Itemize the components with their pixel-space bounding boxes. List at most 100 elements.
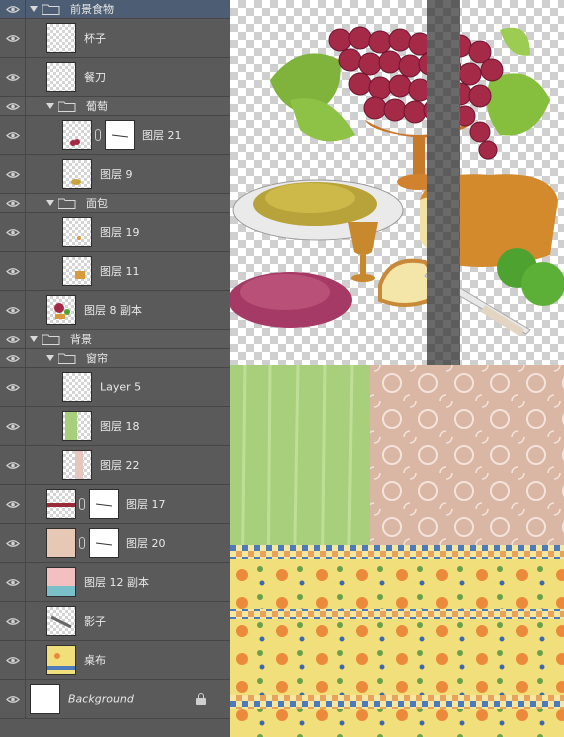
layer-row-l-8copy[interactable]: 图层 8 副本 bbox=[0, 291, 230, 330]
layer-mask-thumbnail[interactable] bbox=[89, 528, 119, 558]
folder-icon bbox=[57, 101, 76, 112]
triangle-down-icon[interactable] bbox=[30, 336, 38, 342]
folder-icon bbox=[57, 198, 76, 209]
eye-icon[interactable] bbox=[0, 485, 26, 523]
layer-thumbnail[interactable] bbox=[46, 645, 76, 675]
layer-name: 餐刀 bbox=[84, 71, 106, 84]
layer-row-l-19[interactable]: 图层 19 bbox=[0, 213, 230, 252]
layer-name: 面包 bbox=[86, 197, 108, 210]
chain-link-icon[interactable] bbox=[95, 129, 101, 141]
layer-name: 桌布 bbox=[84, 654, 106, 667]
layer-thumbnail[interactable] bbox=[46, 606, 76, 636]
eye-icon[interactable] bbox=[0, 97, 26, 115]
eye-icon[interactable] bbox=[0, 407, 26, 445]
folder-icon bbox=[41, 334, 60, 345]
eye-icon[interactable] bbox=[0, 524, 26, 562]
layer-thumbnail[interactable] bbox=[46, 528, 76, 558]
eye-icon[interactable] bbox=[0, 330, 26, 348]
folder-icon bbox=[41, 4, 60, 15]
layer-name: 葡萄 bbox=[86, 100, 108, 113]
layer-row-l-cloth[interactable]: 桌布 bbox=[0, 641, 230, 680]
layer-thumbnail[interactable] bbox=[46, 295, 76, 325]
layer-name: 窗帘 bbox=[86, 352, 108, 365]
layer-mask-thumbnail[interactable] bbox=[105, 120, 135, 150]
layer-group-g-bread[interactable]: 面包 bbox=[0, 194, 230, 213]
layer-name: 图层 12 副本 bbox=[84, 576, 149, 589]
layer-row-l-20[interactable]: 图层 20 bbox=[0, 524, 230, 563]
layer-thumbnail[interactable] bbox=[46, 23, 76, 53]
layer-row-l-11[interactable]: 图层 11 bbox=[0, 252, 230, 291]
eye-icon[interactable] bbox=[0, 602, 26, 640]
tablecloth-border-top bbox=[230, 545, 564, 559]
layer-name: 图层 19 bbox=[100, 226, 140, 239]
layer-row-l-shadow[interactable]: 影子 bbox=[0, 602, 230, 641]
eye-icon[interactable] bbox=[0, 641, 26, 679]
eye-icon[interactable] bbox=[0, 213, 26, 251]
bean-pile bbox=[230, 272, 352, 328]
eye-icon[interactable] bbox=[0, 155, 26, 193]
layer-row-l-21[interactable]: 图层 21 bbox=[0, 116, 230, 155]
eye-icon[interactable] bbox=[0, 563, 26, 601]
layer-thumbnail[interactable] bbox=[62, 411, 92, 441]
raisin-plate bbox=[232, 179, 404, 241]
document-canvas[interactable] bbox=[230, 0, 564, 737]
layer-row-l-5[interactable]: Layer 5 bbox=[0, 368, 230, 407]
background-artwork bbox=[230, 364, 564, 737]
layer-thumbnail[interactable] bbox=[62, 217, 92, 247]
layer-group-g-curtain[interactable]: 窗帘 bbox=[0, 349, 230, 368]
eye-icon[interactable] bbox=[0, 446, 26, 484]
layer-name: 图层 17 bbox=[126, 498, 166, 511]
lock-icon bbox=[196, 693, 206, 705]
layer-name: 图层 20 bbox=[126, 537, 166, 550]
eye-icon[interactable] bbox=[0, 19, 26, 57]
layer-name: 前景食物 bbox=[70, 3, 114, 16]
eye-icon[interactable] bbox=[0, 349, 26, 367]
eye-icon[interactable] bbox=[0, 680, 26, 718]
layer-name: 图层 18 bbox=[100, 420, 140, 433]
layer-thumbnail[interactable] bbox=[62, 256, 92, 286]
layer-thumbnail[interactable] bbox=[46, 62, 76, 92]
transparent-canvas-area bbox=[230, 0, 564, 365]
layer-group-g-foreground[interactable]: 前景食物 bbox=[0, 0, 230, 19]
layer-group-g-grape[interactable]: 葡萄 bbox=[0, 97, 230, 116]
triangle-down-icon[interactable] bbox=[46, 355, 54, 361]
layer-row-l-18[interactable]: 图层 18 bbox=[0, 407, 230, 446]
layer-group-g-bg[interactable]: 背景 bbox=[0, 330, 230, 349]
eye-icon[interactable] bbox=[0, 368, 26, 406]
layer-thumbnail[interactable] bbox=[62, 159, 92, 189]
tablecloth bbox=[230, 559, 564, 737]
triangle-down-icon[interactable] bbox=[46, 200, 54, 206]
chain-link-icon[interactable] bbox=[79, 498, 85, 510]
layer-thumbnail[interactable] bbox=[46, 489, 76, 519]
eye-icon[interactable] bbox=[0, 116, 26, 154]
layer-row-l-12copy[interactable]: 图层 12 副本 bbox=[0, 563, 230, 602]
layer-row-l-9[interactable]: 图层 9 bbox=[0, 155, 230, 194]
eye-icon[interactable] bbox=[0, 0, 26, 18]
eye-icon[interactable] bbox=[0, 291, 26, 329]
layer-row-l-cup[interactable]: 杯子 bbox=[0, 19, 230, 58]
layer-thumbnail[interactable] bbox=[62, 120, 92, 150]
layer-thumbnail[interactable] bbox=[62, 372, 92, 402]
layer-row-l-bg[interactable]: Background bbox=[0, 680, 230, 719]
layer-mask-thumbnail[interactable] bbox=[89, 489, 119, 519]
layer-thumbnail[interactable] bbox=[62, 450, 92, 480]
foreground-food-artwork bbox=[230, 26, 564, 337]
chain-link-icon[interactable] bbox=[79, 537, 85, 549]
layer-row-l-knife[interactable]: 餐刀 bbox=[0, 58, 230, 97]
layer-thumbnail[interactable] bbox=[46, 567, 76, 597]
eye-icon[interactable] bbox=[0, 194, 26, 212]
layer-row-l-22[interactable]: 图层 22 bbox=[0, 446, 230, 485]
green-apples bbox=[497, 248, 564, 306]
tablecloth-border-mid bbox=[230, 609, 564, 619]
folder-icon bbox=[57, 353, 76, 364]
triangle-down-icon[interactable] bbox=[46, 103, 54, 109]
layer-name: Background bbox=[68, 692, 134, 706]
triangle-down-icon[interactable] bbox=[30, 6, 38, 12]
layer-row-l-17[interactable]: 图层 17 bbox=[0, 485, 230, 524]
layer-name: 背景 bbox=[70, 333, 92, 346]
layer-thumbnail[interactable] bbox=[30, 684, 60, 714]
layer-name: 杯子 bbox=[84, 32, 106, 45]
eye-icon[interactable] bbox=[0, 58, 26, 96]
tablecloth-border-bottom bbox=[230, 695, 564, 709]
eye-icon[interactable] bbox=[0, 252, 26, 290]
